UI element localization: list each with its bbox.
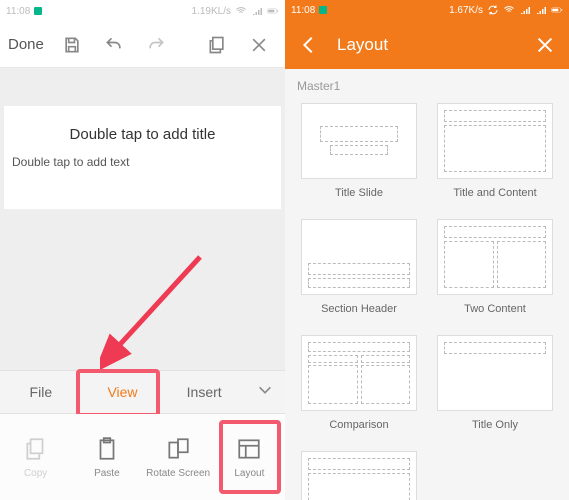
layout-thumb bbox=[301, 219, 417, 295]
paste-icon bbox=[94, 436, 120, 462]
save-button[interactable] bbox=[54, 27, 90, 63]
action-rotate-screen[interactable]: Rotate Screen bbox=[143, 414, 214, 500]
battery-icon bbox=[267, 5, 279, 17]
back-button[interactable] bbox=[295, 34, 323, 56]
status-net: 1.67K/s bbox=[449, 5, 483, 16]
redo-button[interactable] bbox=[138, 27, 174, 63]
close-button[interactable] bbox=[241, 27, 277, 63]
layout-option-title-only[interactable]: Title Only bbox=[431, 335, 559, 445]
slide-canvas[interactable]: Double tap to add title Double tap to ad… bbox=[0, 68, 285, 370]
layout-label: Comparison bbox=[329, 411, 388, 445]
battery-icon bbox=[551, 4, 563, 16]
layout-label: Two Content bbox=[464, 295, 526, 329]
action-label: Layout bbox=[234, 468, 264, 479]
close-button[interactable] bbox=[531, 34, 559, 56]
slide-title-placeholder[interactable]: Double tap to add title bbox=[10, 122, 275, 155]
wifi-icon bbox=[235, 5, 247, 17]
layout-thumb bbox=[301, 103, 417, 179]
layout-thumb bbox=[301, 335, 417, 411]
sync-icon bbox=[487, 4, 499, 16]
undo-button[interactable] bbox=[96, 27, 132, 63]
layout-label: Title and Content bbox=[453, 179, 536, 213]
master-label: Master1 bbox=[285, 69, 569, 99]
status-bar: 11:08 1.19KL/s bbox=[0, 0, 285, 22]
layout-label: Section Header bbox=[321, 295, 397, 329]
action-label: Paste bbox=[94, 468, 120, 479]
action-label: Copy bbox=[24, 468, 47, 479]
layout-header: Layout bbox=[285, 20, 569, 68]
done-button[interactable]: Done bbox=[8, 36, 48, 53]
tab-view[interactable]: View bbox=[82, 384, 164, 400]
layout-thumb bbox=[437, 219, 553, 295]
tab-insert[interactable]: Insert bbox=[163, 384, 245, 400]
tab-file[interactable]: File bbox=[0, 384, 82, 400]
layout-option-section-header[interactable]: Section Header bbox=[295, 219, 423, 329]
layout-option-title-slide[interactable]: Title Slide bbox=[295, 103, 423, 213]
layout-option-title-content[interactable]: Title and Content bbox=[431, 103, 559, 213]
editor-toolbar: Done bbox=[0, 22, 285, 68]
collapse-tabs-button[interactable] bbox=[245, 382, 285, 403]
status-time: 11:08 bbox=[6, 6, 30, 17]
action-layout[interactable]: Layout bbox=[214, 414, 285, 500]
layout-option-more[interactable] bbox=[295, 451, 423, 500]
status-indicator-icon bbox=[34, 7, 42, 15]
layout-thumb bbox=[437, 335, 553, 411]
page-title: Layout bbox=[337, 35, 517, 55]
slide-body-placeholder[interactable]: Double tap to add text bbox=[10, 155, 275, 169]
bottom-tabs: File View Insert bbox=[0, 370, 285, 414]
layout-thumb bbox=[301, 451, 417, 500]
status-bar: 11:08 1.67K/s bbox=[285, 0, 569, 20]
signal-icon bbox=[519, 4, 531, 16]
action-copy[interactable]: Copy bbox=[0, 414, 71, 500]
editor-screen: 11:08 1.19KL/s Done Double tap to add ti… bbox=[0, 0, 285, 500]
status-indicator-icon bbox=[319, 6, 327, 14]
actions-row: Copy Paste Rotate Screen Layout bbox=[0, 414, 285, 500]
annotation-arrow-icon bbox=[100, 251, 210, 371]
layout-grid: Title Slide Title and Content Section He… bbox=[285, 99, 569, 500]
rotate-icon bbox=[165, 436, 191, 462]
layout-option-two-content[interactable]: Two Content bbox=[431, 219, 559, 329]
copy-icon bbox=[23, 436, 49, 462]
layout-thumb bbox=[437, 103, 553, 179]
layout-picker-screen: 11:08 1.67K/s Layout Master1 Title Slide… bbox=[285, 0, 569, 500]
copy-slide-button[interactable] bbox=[199, 27, 235, 63]
layout-label: Title Slide bbox=[335, 179, 383, 213]
layout-label: Title Only bbox=[472, 411, 518, 445]
layout-icon bbox=[236, 436, 262, 462]
slide[interactable]: Double tap to add title Double tap to ad… bbox=[4, 106, 281, 209]
action-label: Rotate Screen bbox=[146, 468, 210, 479]
status-net: 1.19KL/s bbox=[192, 6, 231, 17]
action-paste[interactable]: Paste bbox=[71, 414, 142, 500]
wifi-icon bbox=[503, 4, 515, 16]
signal-icon bbox=[535, 4, 547, 16]
signal-icon bbox=[251, 5, 263, 17]
layout-option-comparison[interactable]: Comparison bbox=[295, 335, 423, 445]
status-time: 11:08 bbox=[291, 5, 315, 16]
